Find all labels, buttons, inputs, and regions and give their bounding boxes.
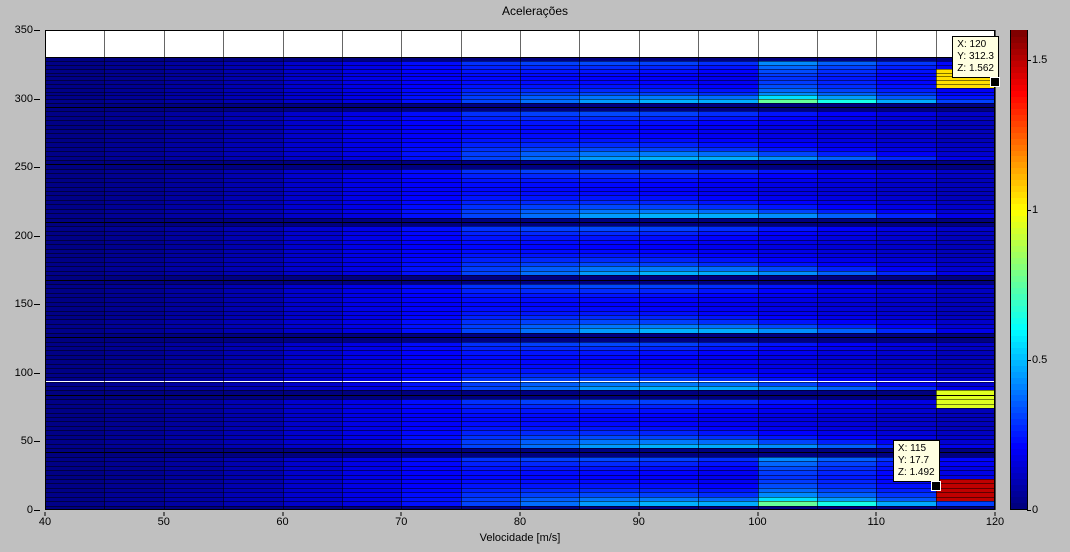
x-tick: 80 [514, 516, 526, 528]
y-tick: 350 [15, 24, 33, 36]
colorbar-tick: 1.5 [1032, 54, 1047, 66]
colorbar-ticks: 00.511.5 [1032, 30, 1068, 510]
heatmap-plot [45, 30, 995, 510]
x-axis-label: Velocidade [m/s] [45, 532, 995, 544]
x-tick: 90 [633, 516, 645, 528]
datatip-marker-1[interactable] [990, 77, 1000, 87]
x-tick: 60 [276, 516, 288, 528]
y-tick: 300 [15, 93, 33, 105]
x-tick: 110 [867, 516, 885, 528]
x-tick: 40 [39, 516, 51, 528]
y-tick: 0 [27, 504, 33, 516]
y-tick: 50 [21, 435, 33, 447]
y-tick: 100 [15, 367, 33, 379]
x-tick: 120 [986, 516, 1004, 528]
y-axis: 050100150200250300350 [0, 30, 45, 510]
datatip-2[interactable]: X: 115 Y: 17.7 Z: 1.492 [893, 440, 940, 482]
chart-title: Acelerações [0, 4, 1070, 18]
datatip-marker-2[interactable] [931, 481, 941, 491]
y-tick: 250 [15, 161, 33, 173]
colorbar-tick: 0.5 [1032, 354, 1047, 366]
x-tick: 50 [158, 516, 170, 528]
x-tick: 70 [395, 516, 407, 528]
datatip-1[interactable]: X: 120 Y: 312.3 Z: 1.562 [952, 36, 999, 78]
colorbar [1010, 30, 1028, 510]
y-tick: 200 [15, 230, 33, 242]
x-tick: 100 [748, 516, 766, 528]
colorbar-tick: 0 [1032, 504, 1038, 516]
y-tick: 150 [15, 298, 33, 310]
colorbar-tick: 1 [1032, 204, 1038, 216]
